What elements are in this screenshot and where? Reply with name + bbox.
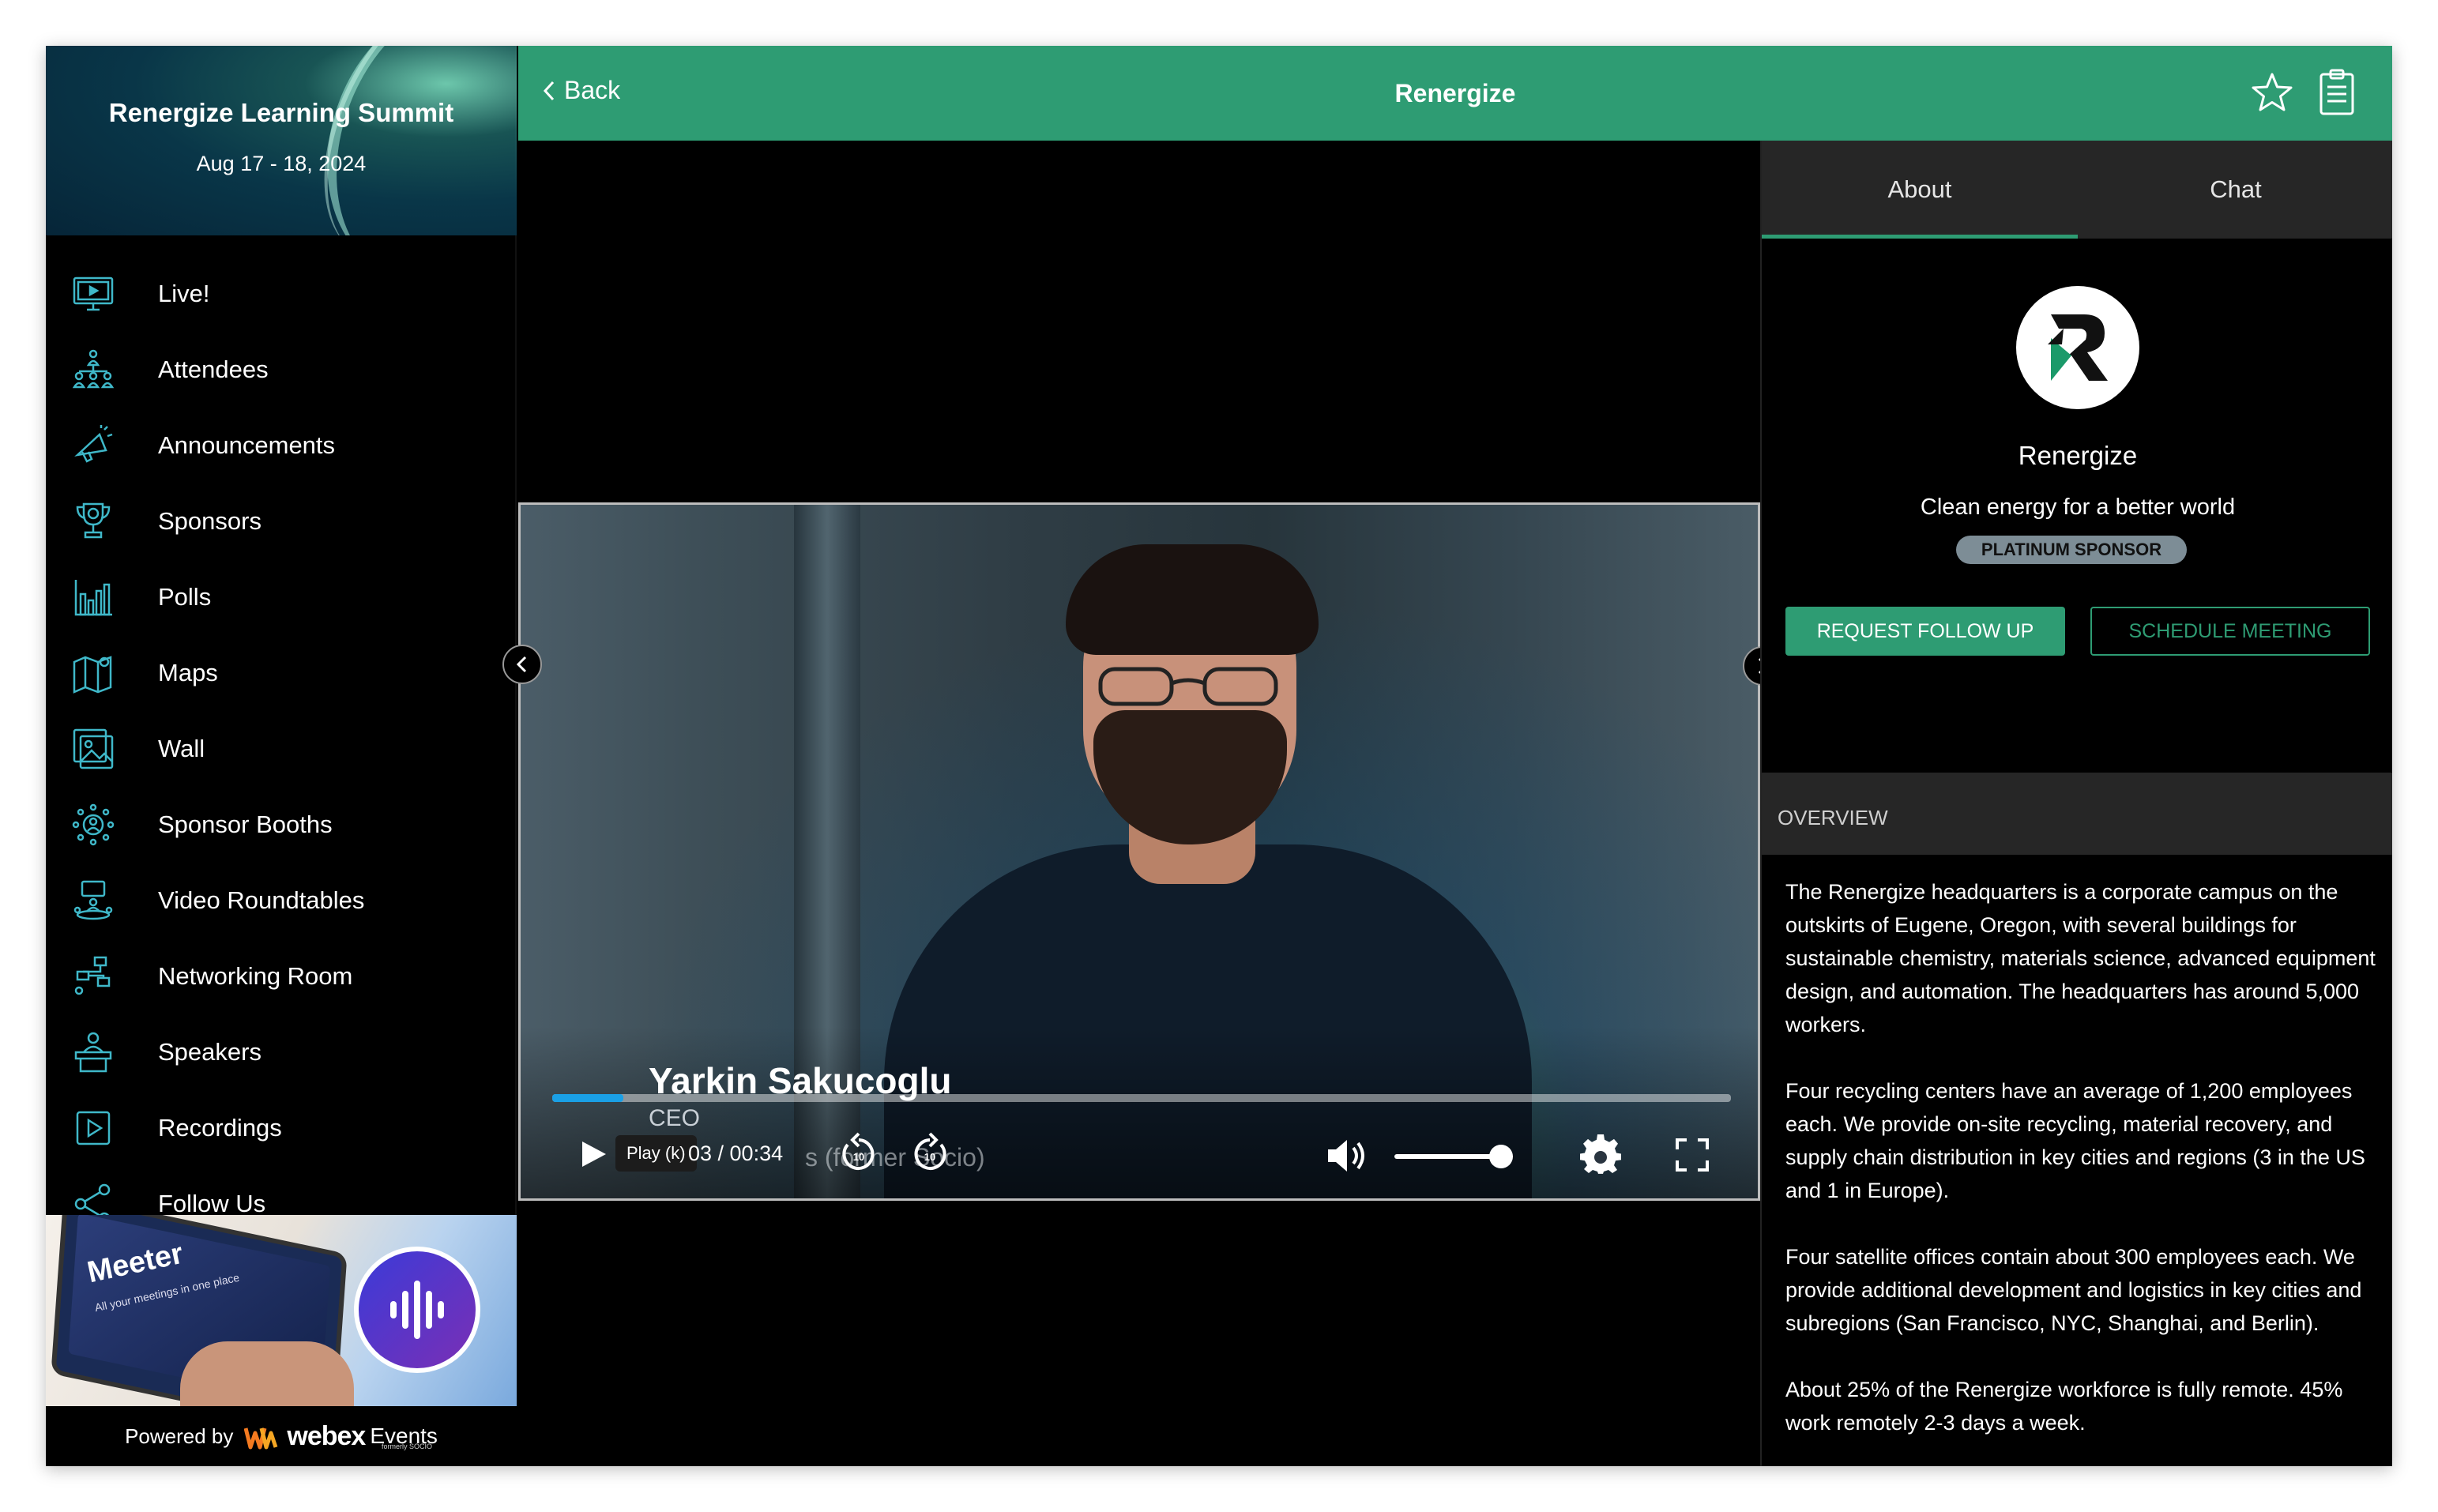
powered-by-footer: Powered by webex Events (46, 1406, 517, 1466)
overview-paragraph: About 25% of the Renergize workforce is … (1785, 1378, 2343, 1435)
overview-section-header: OVERVIEW (1762, 773, 2392, 855)
sidebar-item-wall[interactable]: Wall (46, 711, 517, 787)
sidebar-item-label: Attendees (158, 355, 269, 383)
video-speaker-glasses (1098, 667, 1278, 706)
chevron-left-icon (516, 656, 527, 673)
renergize-logo-icon (2048, 314, 2108, 381)
gear-icon[interactable] (1579, 1134, 1622, 1176)
sidebar-item-video-roundtables[interactable]: Video Roundtables (46, 863, 517, 938)
powered-by-label: Powered by (125, 1424, 234, 1448)
video-speaker-hair (1066, 544, 1319, 655)
sidebar-item-recordings[interactable]: Recordings (46, 1090, 517, 1166)
play-tooltip: Play (k) (615, 1135, 697, 1172)
sidebar-item-label: Sponsors (158, 507, 261, 535)
sidebar: Renergize Learning Summit Aug 17 - 18, 2… (46, 46, 517, 1466)
sponsor-panel: About Chat Renergize Clean energy for a … (1760, 141, 2392, 1466)
sidebar-item-label: Recordings (158, 1114, 282, 1142)
sidebar-item-label: Sponsor Booths (158, 811, 333, 838)
sidebar-item-maps[interactable]: Maps (46, 635, 517, 711)
sidebar-item-speakers[interactable]: Speakers (46, 1014, 517, 1090)
sidebar-item-label: Follow Us (158, 1190, 266, 1217)
svg-text:10: 10 (853, 1151, 864, 1163)
megaphone-icon (70, 422, 117, 469)
overview-paragraph: Four recycling centers have an average o… (1785, 1079, 2365, 1202)
booth-icon (70, 801, 117, 848)
sidebar-item-label: Video Roundtables (158, 886, 365, 914)
podium-icon (70, 1029, 117, 1076)
sponsor-logo (2016, 286, 2139, 409)
event-dates: Aug 17 - 18, 2024 (196, 152, 367, 175)
sidebar-item-label: Speakers (158, 1038, 261, 1066)
trophy-icon (70, 498, 117, 545)
event-header: Renergize Learning Summit Aug 17 - 18, 2… (46, 46, 517, 235)
schedule-meeting-button[interactable]: SCHEDULE MEETING (2090, 607, 2370, 656)
sidebar-item-live[interactable]: Live! (46, 256, 517, 332)
panel-tabs: About Chat (1762, 141, 2392, 239)
video-player[interactable]: Yarkin Sakucoglu CEO s (former Socio) Pl… (518, 502, 1760, 1201)
photo-wall-icon (70, 725, 117, 773)
sponsor-tier-badge: PLATINUM SPONSOR (1956, 536, 2187, 564)
video-speaker-beard (1093, 710, 1287, 844)
sidebar-item-label: Announcements (158, 431, 336, 459)
speaker-company-caption: s (former Socio) (805, 1143, 985, 1172)
sidebar-item-label: Wall (158, 735, 205, 762)
video-area: Yarkin Sakucoglu CEO s (former Socio) Pl… (518, 141, 1760, 1466)
video-progress-bar[interactable] (552, 1094, 1731, 1102)
request-follow-up-button[interactable]: REQUEST FOLLOW UP (1785, 607, 2065, 656)
sidebar-item-announcements[interactable]: Announcements (46, 408, 517, 483)
ad-hand-image (180, 1341, 354, 1406)
forward-10-icon[interactable]: 10 (908, 1132, 952, 1176)
overview-paragraph: The Renergize headquarters is a corporat… (1785, 880, 2376, 1036)
webex-logo-icon (244, 1427, 278, 1450)
svg-text:10: 10 (924, 1151, 935, 1163)
audio-wave-logo-icon (354, 1247, 480, 1373)
sponsor-tagline: Clean energy for a better world (1920, 495, 2236, 520)
rewind-10-icon[interactable]: 10 (837, 1132, 881, 1176)
notes-icon[interactable] (2315, 68, 2359, 117)
monitor-icon (70, 270, 117, 318)
networking-icon (70, 953, 117, 1000)
sidebar-item-sponsors[interactable]: Sponsors (46, 483, 517, 559)
app-window: Renergize Learning Summit Aug 17 - 18, 2… (46, 46, 2392, 1466)
previous-video-button[interactable] (502, 645, 542, 684)
webex-formerly-label: formerly SOCIO (382, 1442, 433, 1450)
sidebar-item-label: Polls (158, 583, 212, 611)
overview-text: The Renergize headquarters is a corporat… (1785, 875, 2378, 1466)
video-progress-fill (552, 1094, 623, 1102)
tab-chat[interactable]: Chat (2078, 141, 2392, 239)
page-title: Renergize (1394, 79, 1516, 107)
volume-icon[interactable] (1325, 1135, 1369, 1176)
audio-wave-logo-inner (359, 1251, 476, 1368)
tab-about[interactable]: About (1762, 141, 2078, 239)
sidebar-item-polls[interactable]: Polls (46, 559, 517, 635)
star-icon[interactable] (2248, 70, 2296, 117)
event-title: Renergize Learning Summit (108, 98, 454, 127)
people-network-icon (70, 346, 117, 393)
sponsor-name: Renergize (2018, 441, 2138, 470)
webex-wordmark: webex (287, 1420, 366, 1451)
play-icon[interactable] (578, 1138, 609, 1170)
roundtable-icon (70, 877, 117, 924)
time-display: 03 / 00:34 (688, 1142, 784, 1165)
sidebar-nav: Live! Attendees Announcements Sponsors P… (46, 256, 517, 1242)
overview-paragraph: Four satellite offices contain about 300… (1785, 1245, 2362, 1335)
volume-slider-thumb[interactable] (1489, 1145, 1513, 1168)
sidebar-item-label: Maps (158, 659, 218, 686)
play-square-icon (70, 1104, 117, 1152)
video-controls-gradient (521, 1026, 1758, 1198)
fullscreen-icon[interactable] (1674, 1137, 1710, 1173)
speaker-role-caption: CEO (649, 1105, 701, 1131)
sidebar-item-networking-room[interactable]: Networking Room (46, 938, 517, 1014)
sidebar-item-label: Networking Room (158, 962, 353, 990)
top-bar: Back Renergize (518, 46, 2392, 141)
map-icon (70, 649, 117, 697)
sidebar-item-sponsor-booths[interactable]: Sponsor Booths (46, 787, 517, 863)
overview-label: OVERVIEW (1778, 806, 1888, 829)
sponsor-ad-banner[interactable]: Meeter All your meetings in one place (46, 1215, 517, 1406)
sidebar-item-label: Live! (158, 280, 210, 307)
bar-chart-icon (70, 574, 117, 621)
sidebar-item-attendees[interactable]: Attendees (46, 332, 517, 408)
